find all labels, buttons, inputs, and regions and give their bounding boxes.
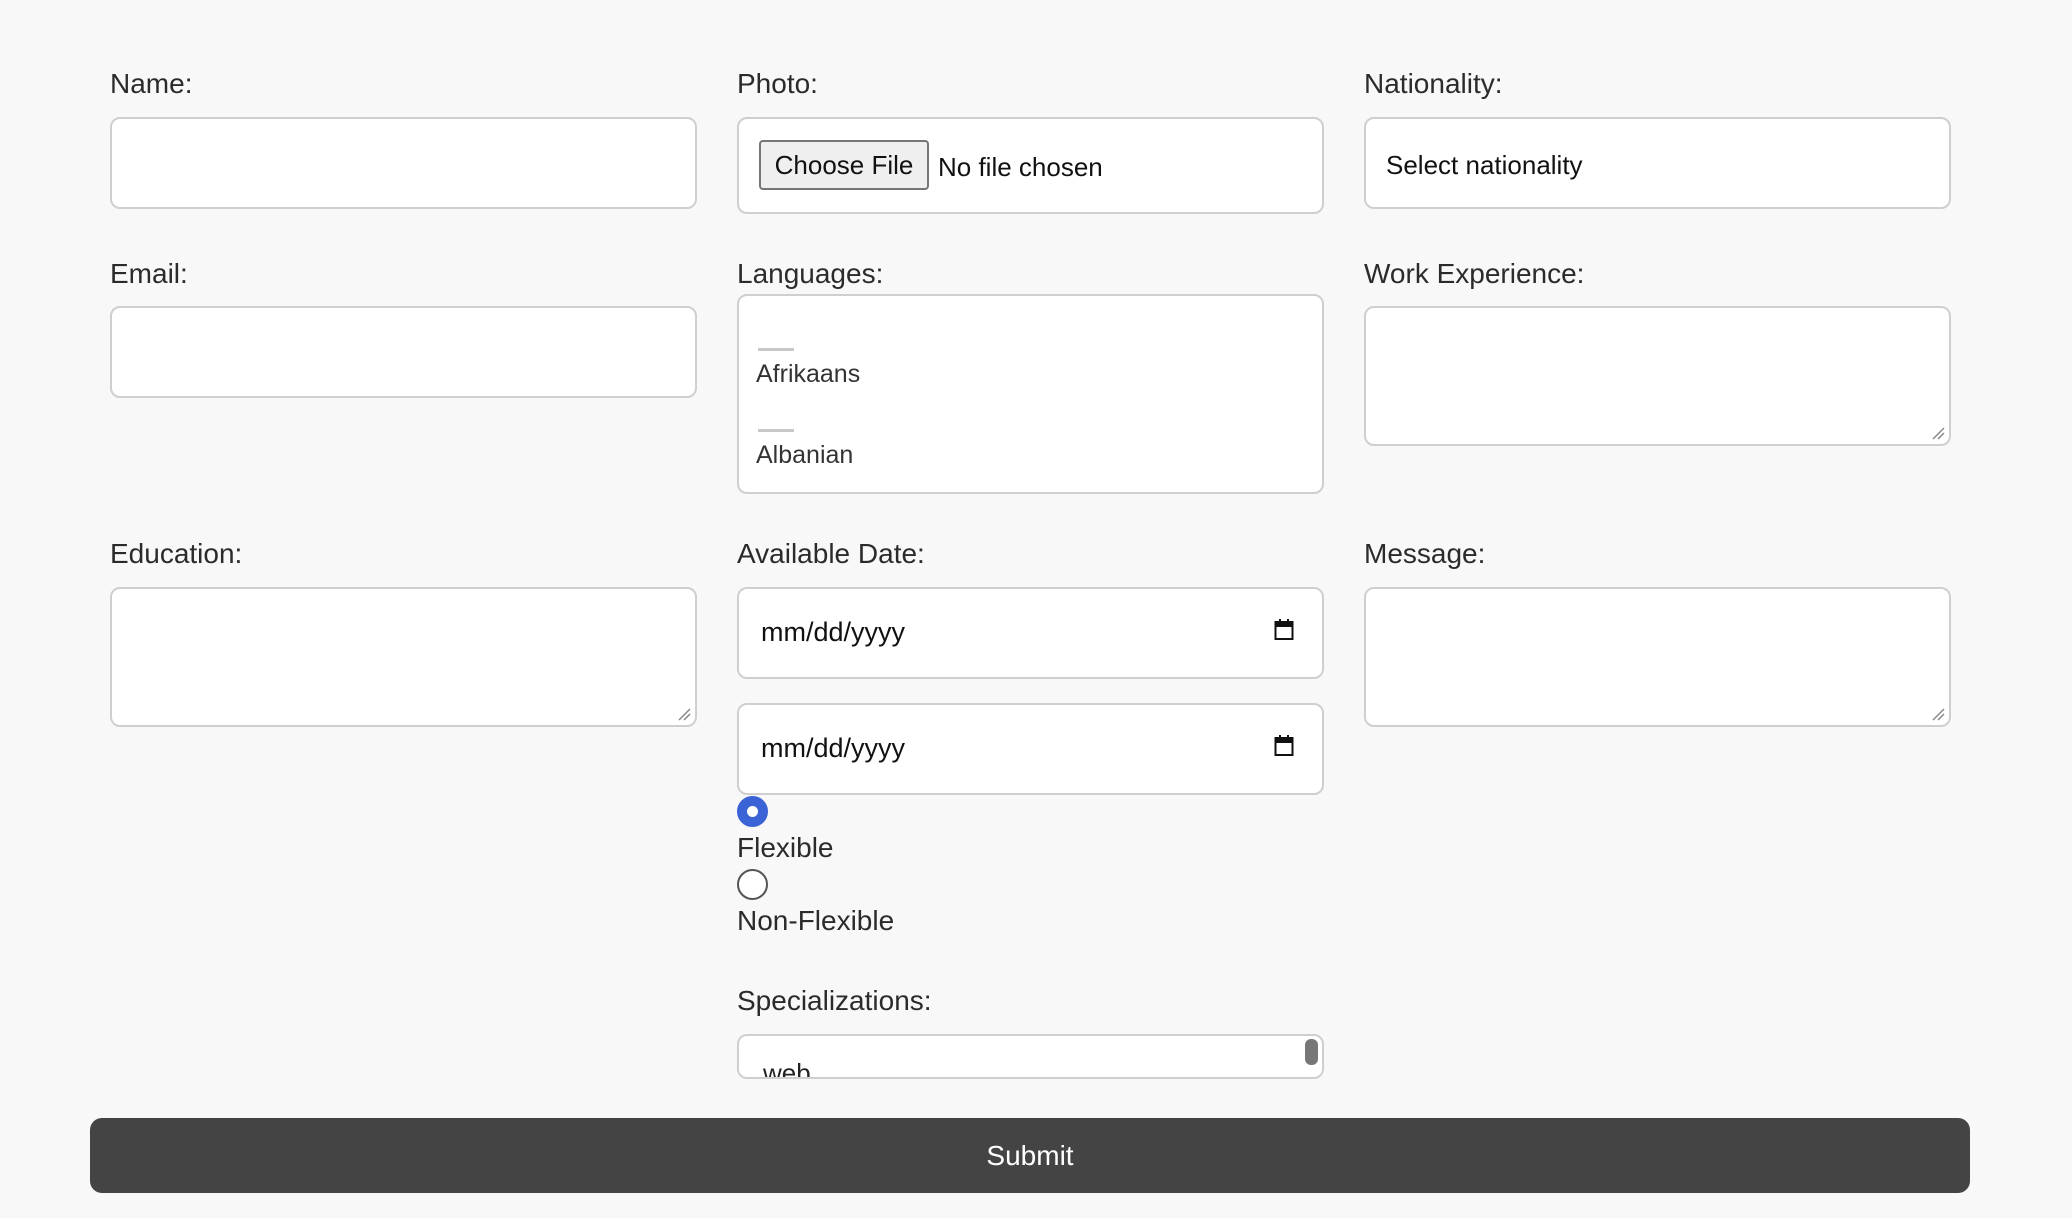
email-label: Email:: [110, 258, 188, 289]
name-input[interactable]: [110, 117, 697, 209]
resize-handle-icon[interactable]: [1931, 707, 1945, 721]
education-textarea[interactable]: [110, 587, 697, 727]
language-option-albanian[interactable]: Albanian: [756, 441, 853, 470]
message-textarea[interactable]: [1364, 587, 1951, 727]
specialization-option-web[interactable]: web: [763, 1058, 811, 1077]
option-divider: [758, 429, 794, 432]
calendar-icon[interactable]: [1274, 735, 1294, 757]
specializations-select[interactable]: web: [737, 1034, 1324, 1079]
language-option-afrikaans[interactable]: Afrikaans: [756, 360, 860, 389]
non-flexible-radio[interactable]: [737, 869, 768, 900]
photo-file-input[interactable]: Choose File No file chosen: [737, 117, 1324, 214]
message-label: Message:: [1364, 538, 1486, 569]
languages-label: Languages:: [737, 258, 884, 289]
date-placeholder: mm/dd/yyyy: [761, 733, 906, 763]
resize-handle-icon[interactable]: [1931, 426, 1945, 440]
email-input[interactable]: [110, 306, 697, 398]
choose-file-button[interactable]: Choose File: [759, 140, 929, 190]
option-divider: [758, 348, 794, 351]
languages-select[interactable]: Afrikaans Albanian: [737, 294, 1324, 494]
calendar-icon[interactable]: [1274, 619, 1294, 641]
name-label: Name:: [110, 68, 193, 99]
flexible-radio[interactable]: [737, 796, 768, 827]
available-date-label: Available Date:: [737, 538, 925, 569]
work-experience-label: Work Experience:: [1364, 258, 1585, 289]
resize-handle-icon[interactable]: [677, 707, 691, 721]
nationality-label: Nationality:: [1364, 68, 1503, 99]
nationality-select[interactable]: Select nationality: [1364, 117, 1951, 209]
education-label: Education:: [110, 538, 243, 569]
non-flexible-label: Non-Flexible: [737, 905, 895, 936]
date-placeholder: mm/dd/yyyy: [761, 617, 906, 647]
available-date-input-2[interactable]: mm/dd/yyyy: [737, 703, 1324, 795]
work-experience-textarea[interactable]: [1364, 306, 1951, 446]
specializations-label: Specializations:: [737, 985, 932, 1016]
nationality-selected-value: Select nationality: [1386, 150, 1583, 180]
scrollbar-thumb[interactable]: [1305, 1039, 1318, 1065]
submit-button[interactable]: Submit: [90, 1118, 1970, 1193]
photo-status-text: No file chosen: [938, 152, 1103, 182]
photo-label: Photo:: [737, 68, 818, 99]
available-date-input-1[interactable]: mm/dd/yyyy: [737, 587, 1324, 679]
flexible-label: Flexible: [737, 832, 834, 863]
